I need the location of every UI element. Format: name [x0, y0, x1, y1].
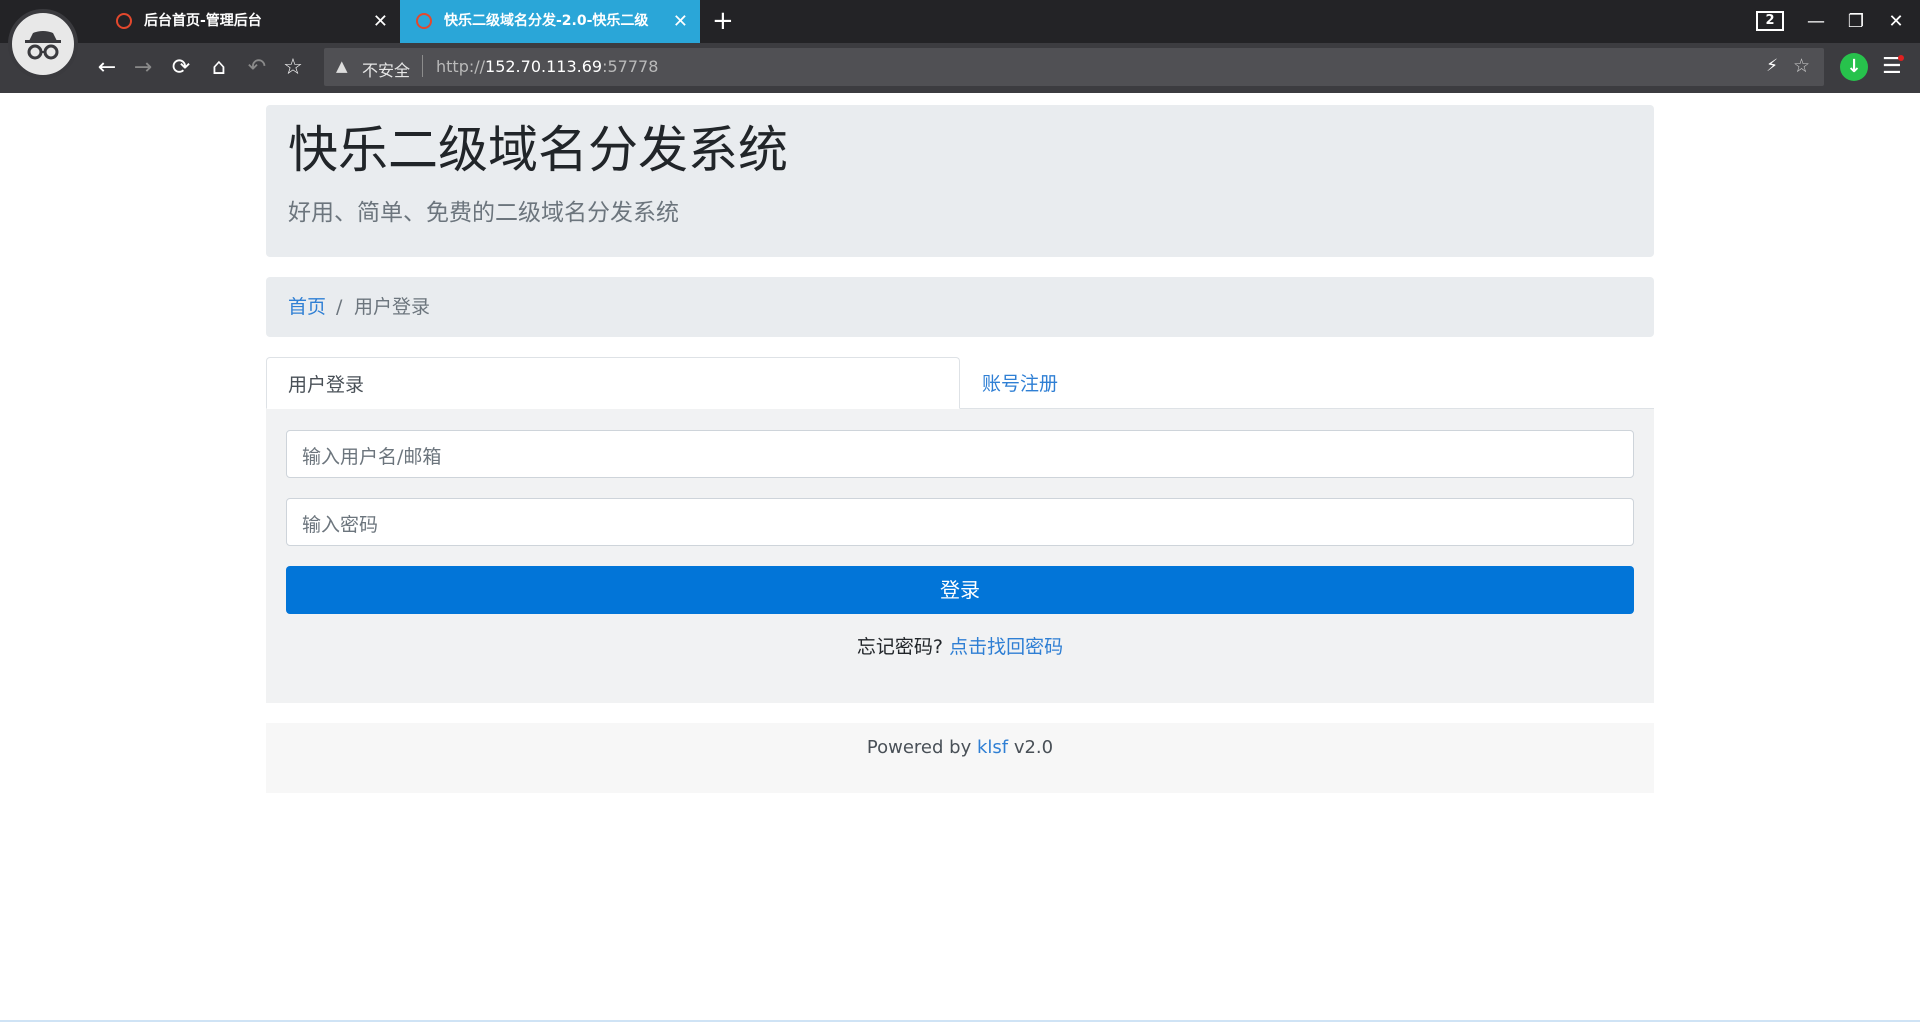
browser-tab-bar: 后台首页-管理后台 ✕ 快乐二级域名分发-2.0-快乐二级 ✕ + 2 — ❐ … [0, 0, 1920, 43]
window-close-icon[interactable]: ✕ [1876, 0, 1916, 43]
minimize-icon[interactable]: — [1796, 0, 1836, 43]
download-icon[interactable]: ↓ [1840, 53, 1868, 81]
page-content: 快乐二级域名分发系统 好用、简单、免费的二级域名分发系统 首页 / 用户登录 用… [0, 93, 1920, 1024]
tab-register[interactable]: 账号注册 [982, 369, 1058, 396]
auth-tabs: 用户登录 账号注册 [266, 357, 1654, 409]
restore-icon[interactable]: ❐ [1836, 0, 1876, 43]
username-placeholder: 输入用户名/邮箱 [302, 446, 442, 468]
url-host: 152.70.113.69 [485, 57, 603, 76]
notification-dot [1898, 55, 1904, 61]
bookmark-icon[interactable]: ☆ [278, 53, 308, 83]
address-divider [422, 55, 423, 77]
breadcrumb-separator: / [336, 296, 343, 318]
url-scheme: http:// [436, 57, 486, 76]
reload-icon[interactable]: ⟳ [166, 53, 196, 83]
forgot-password-row: 忘记密码? 点击找回密码 [266, 632, 1654, 659]
new-tab-button[interactable]: + [712, 6, 734, 36]
username-input[interactable]: 输入用户名/邮箱 [286, 430, 1634, 478]
brand-link[interactable]: klsf [977, 737, 1008, 758]
url-port: :57778 [602, 57, 659, 76]
star-icon[interactable]: ☆ [1793, 55, 1810, 77]
page-title: 快乐二级域名分发系统 [288, 121, 788, 179]
close-icon[interactable]: ✕ [373, 0, 388, 43]
footer: Powered by klsf v2.0 [266, 723, 1654, 793]
login-button[interactable]: 登录 [286, 566, 1634, 614]
undo-icon[interactable]: ↶ [242, 53, 272, 83]
dns-icon [116, 13, 132, 29]
forgot-password-text: 忘记密码? [856, 636, 944, 658]
address-bar[interactable]: ▲ 不安全 http://152.70.113.69:57778 ⚡ ☆ [324, 48, 1824, 86]
breadcrumb-current: 用户登录 [354, 296, 431, 318]
password-placeholder: 输入密码 [302, 514, 379, 536]
jumbotron: 快乐二级域名分发系统 好用、简单、免费的二级域名分发系统 [266, 105, 1654, 257]
bolt-icon[interactable]: ⚡ [1766, 56, 1778, 76]
security-label[interactable]: 不安全 [362, 57, 410, 81]
breadcrumb: 首页 / 用户登录 [266, 277, 1654, 337]
version-text: v2.0 [1013, 737, 1054, 758]
browser-toolbar: ← → ⟳ ⌂ ↶ ☆ ▲ 不安全 http://152.70.113.69:5… [0, 43, 1920, 93]
tab-title: 快乐二级域名分发-2.0-快乐二级 [444, 13, 649, 29]
login-panel: 输入用户名/邮箱 输入密码 登录 忘记密码? 点击找回密码 [266, 409, 1654, 703]
close-icon[interactable]: ✕ [673, 0, 688, 43]
home-icon[interactable]: ⌂ [204, 53, 234, 83]
password-input[interactable]: 输入密码 [286, 498, 1634, 546]
page-subtitle: 好用、简单、免费的二级域名分发系统 [288, 200, 679, 226]
tab-title: 后台首页-管理后台 [144, 13, 262, 29]
browser-tab-admin[interactable]: 后台首页-管理后台 ✕ [100, 0, 400, 43]
incognito-icon[interactable] [8, 9, 78, 79]
back-icon[interactable]: ← [92, 53, 122, 83]
tab-login-label: 用户登录 [288, 374, 365, 396]
url-text[interactable]: http://152.70.113.69:57778 [436, 57, 658, 76]
breadcrumb-home-link[interactable]: 首页 [288, 277, 326, 337]
tab-login[interactable]: 用户登录 [266, 357, 960, 409]
recover-password-link[interactable]: 点击找回密码 [949, 636, 1063, 658]
warning-icon: ▲ [336, 57, 348, 75]
browser-tab-active[interactable]: 快乐二级域名分发-2.0-快乐二级 ✕ [400, 0, 700, 43]
tab-count-badge[interactable]: 2 [1756, 11, 1784, 31]
bottom-border [0, 1020, 1920, 1022]
powered-by-text: Powered by [866, 737, 972, 758]
forward-icon[interactable]: → [128, 53, 158, 83]
globe-icon [416, 13, 432, 29]
